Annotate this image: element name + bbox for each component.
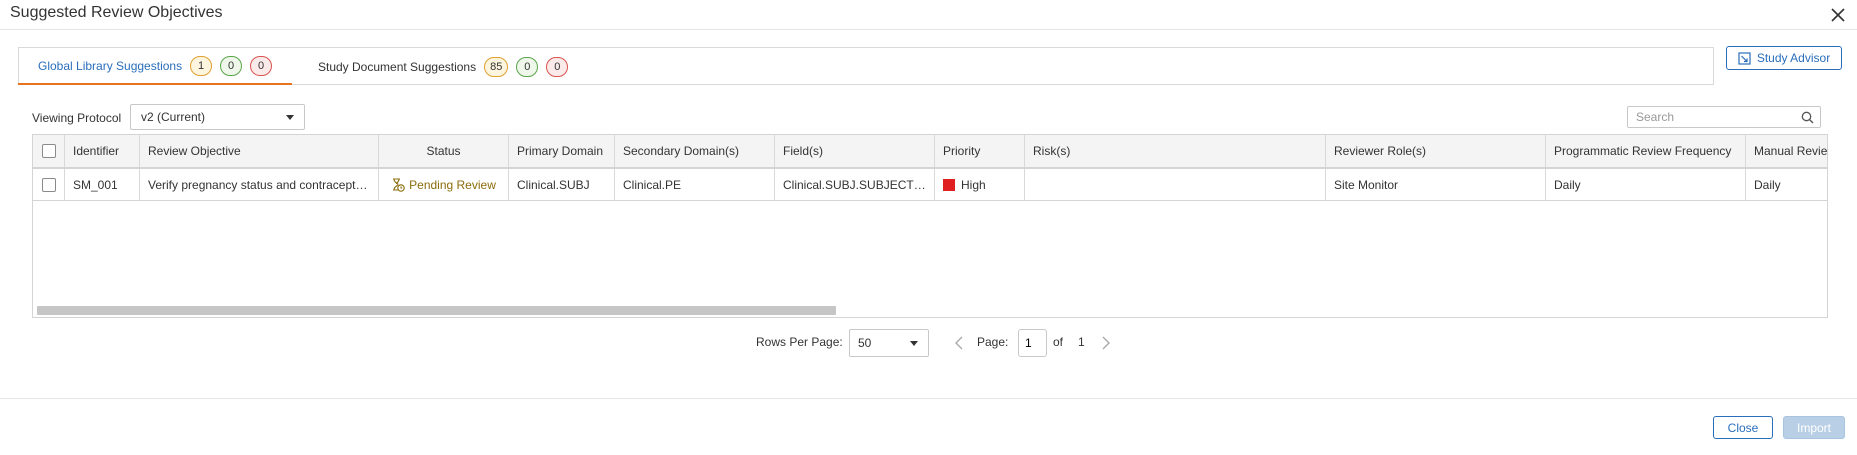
- column-header-priority[interactable]: Priority: [935, 135, 1025, 167]
- count-badge-accepted: 0: [516, 56, 539, 77]
- viewing-protocol-label: Viewing Protocol: [32, 111, 122, 125]
- tab-global-library-suggestions[interactable]: Global Library Suggestions 1 0 0: [18, 48, 293, 85]
- review-objective-text: Verify pregnancy status and contraceptio…: [148, 177, 370, 192]
- viewing-protocol-select[interactable]: v2 (Current): [130, 104, 305, 130]
- hourglass-clock-icon: [393, 177, 405, 192]
- cell-programmatic-frequency: Daily: [1546, 169, 1746, 200]
- column-header-identifier[interactable]: Identifier: [65, 135, 140, 167]
- chevron-down-icon: [286, 114, 294, 120]
- total-pages: 1: [1078, 335, 1085, 349]
- status-text: Pending Review: [409, 177, 496, 192]
- count-badge-rejected: 0: [546, 56, 569, 77]
- column-header-review-objective[interactable]: Review Objective: [140, 135, 379, 167]
- priority-text: High: [961, 177, 986, 192]
- chevron-down-icon: [910, 340, 918, 346]
- cell-priority: High: [935, 169, 1025, 200]
- study-advisor-button[interactable]: Study Advisor: [1726, 46, 1842, 70]
- rows-per-page-value: 50: [858, 336, 872, 350]
- footer-divider: [0, 398, 1857, 399]
- table-header: Identifier Review Objective Status Prima…: [33, 135, 1827, 169]
- column-header-fields[interactable]: Field(s): [775, 135, 935, 167]
- close-icon[interactable]: [1829, 6, 1847, 24]
- tab-study-document-suggestions[interactable]: Study Document Suggestions 85 0 0: [298, 48, 588, 85]
- dialog-title: Suggested Review Objectives: [10, 4, 223, 21]
- search-icon[interactable]: [1801, 111, 1814, 124]
- study-advisor-icon: [1738, 51, 1751, 65]
- cell-secondary-domains: Clinical.PE: [615, 169, 775, 200]
- count-badge-rejected: 0: [250, 55, 273, 76]
- search-box: [1627, 106, 1821, 128]
- column-header-programmatic-review-frequency[interactable]: Programmatic Review Frequency: [1546, 135, 1746, 167]
- rows-per-page-label: Rows Per Page:: [756, 335, 843, 349]
- column-header-status[interactable]: Status: [379, 135, 509, 167]
- of-label: of: [1053, 335, 1064, 349]
- chevron-right-icon[interactable]: [1098, 334, 1114, 352]
- cell-risks: [1025, 169, 1326, 200]
- page-label: Page:: [977, 335, 1009, 349]
- priority-high-indicator: [943, 178, 955, 191]
- fields-text: Clinical.SUBJ.SUBJECTID...: [783, 177, 926, 192]
- count-badge-accepted: 0: [220, 55, 243, 76]
- viewing-protocol-value: v2 (Current): [141, 110, 206, 124]
- cell-reviewer-roles: Site Monitor: [1326, 169, 1546, 200]
- search-input[interactable]: [1628, 107, 1804, 127]
- status-pending-review: Pending Review: [391, 178, 496, 192]
- column-header-manual-review[interactable]: Manual Review: [1746, 135, 1827, 167]
- table-row[interactable]: SM_001 Verify pregnancy status and contr…: [33, 169, 1827, 201]
- header-select-cell: [33, 135, 65, 167]
- column-header-secondary-domains[interactable]: Secondary Domain(s): [615, 135, 775, 167]
- cell-primary-domain: Clinical.SUBJ: [509, 169, 615, 200]
- title-divider: [0, 29, 1857, 30]
- count-badge-pending: 1: [190, 55, 213, 76]
- chevron-left-icon[interactable]: [951, 334, 967, 352]
- horizontal-scrollbar[interactable]: [34, 304, 1826, 316]
- column-header-risks[interactable]: Risk(s): [1025, 135, 1326, 167]
- rows-per-page-select[interactable]: 50: [849, 329, 929, 357]
- close-button[interactable]: Close: [1713, 416, 1773, 439]
- tab-label: Study Document Suggestions: [318, 59, 477, 74]
- cell-identifier: SM_001: [65, 169, 140, 200]
- row-checkbox[interactable]: [41, 177, 56, 192]
- tab-label: Global Library Suggestions: [38, 58, 183, 73]
- count-badge-pending: 85: [484, 56, 509, 77]
- column-header-primary-domain[interactable]: Primary Domain: [509, 135, 615, 167]
- cell-fields: Clinical.SUBJ.SUBJECTID...: [775, 169, 935, 200]
- cell-manual-frequency: Daily: [1754, 177, 1781, 192]
- import-button[interactable]: Import: [1783, 416, 1845, 439]
- cell-review-objective: Verify pregnancy status and contraceptio…: [140, 169, 379, 200]
- row-select-cell: [33, 169, 65, 200]
- page-number-input[interactable]: [1018, 329, 1047, 357]
- study-advisor-label: Study Advisor: [1756, 51, 1831, 65]
- scrollbar-thumb[interactable]: [37, 306, 836, 315]
- column-header-reviewer-roles[interactable]: Reviewer Role(s): [1326, 135, 1546, 167]
- review-objectives-table: Identifier Review Objective Status Prima…: [32, 134, 1828, 318]
- select-all-checkbox[interactable]: [41, 144, 56, 158]
- cell-status: Pending Review: [379, 169, 509, 200]
